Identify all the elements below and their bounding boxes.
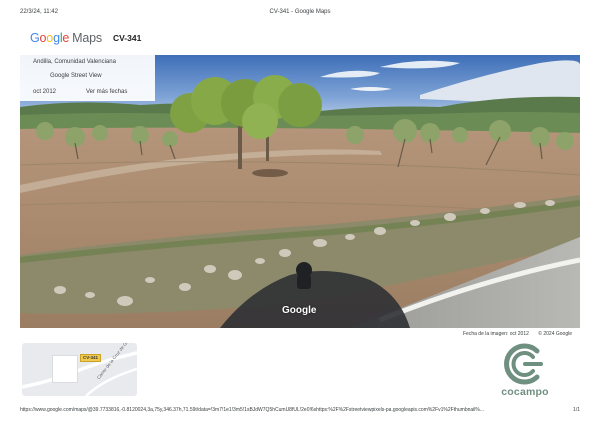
google-watermark: Google [282,305,317,316]
page-number: 1/1 [573,407,580,413]
print-page-title: CV-341 - Google Maps [269,9,331,15]
road-shield: CV-341 [80,354,102,362]
more-dates-link[interactable]: Ver más fechas [86,89,127,95]
maps-wordmark: Maps [72,31,102,45]
print-header: 22/3/24, 11:42 CV-341 - Google Maps [20,9,580,19]
minimap[interactable]: CV-341 Carrer de la Cruz de Gracia [22,343,137,396]
cocampo-logo: cocampo [494,343,556,398]
cocampo-icon [504,343,543,385]
capture-date: oct 2012 [33,89,57,95]
street-view-info-panel: Andilla, Comunidad Valenciana Google Str… [20,55,155,101]
location-label: Andilla, Comunidad Valenciana [33,59,116,65]
copyright-credit: © 2024 Google [538,331,572,337]
page-title: CV-341 [112,33,142,43]
image-credits: Fecha de la imagen: oct 2012 © 2024 Goog… [463,331,572,337]
page-url: https://www.google.com/maps/@39.7733816,… [20,407,484,413]
street-view-link[interactable]: Google Street View [50,73,102,79]
image-date-credit: Fecha de la imagen: oct 2012 [463,331,529,337]
minimap-thumbnail [52,355,78,383]
cocampo-wordmark: cocampo [501,386,549,398]
print-footer: https://www.google.com/maps/@39.7733816,… [20,407,580,417]
maps-header: Google Maps CV-341 [30,30,141,46]
google-maps-logo[interactable]: Google Maps [30,31,102,45]
